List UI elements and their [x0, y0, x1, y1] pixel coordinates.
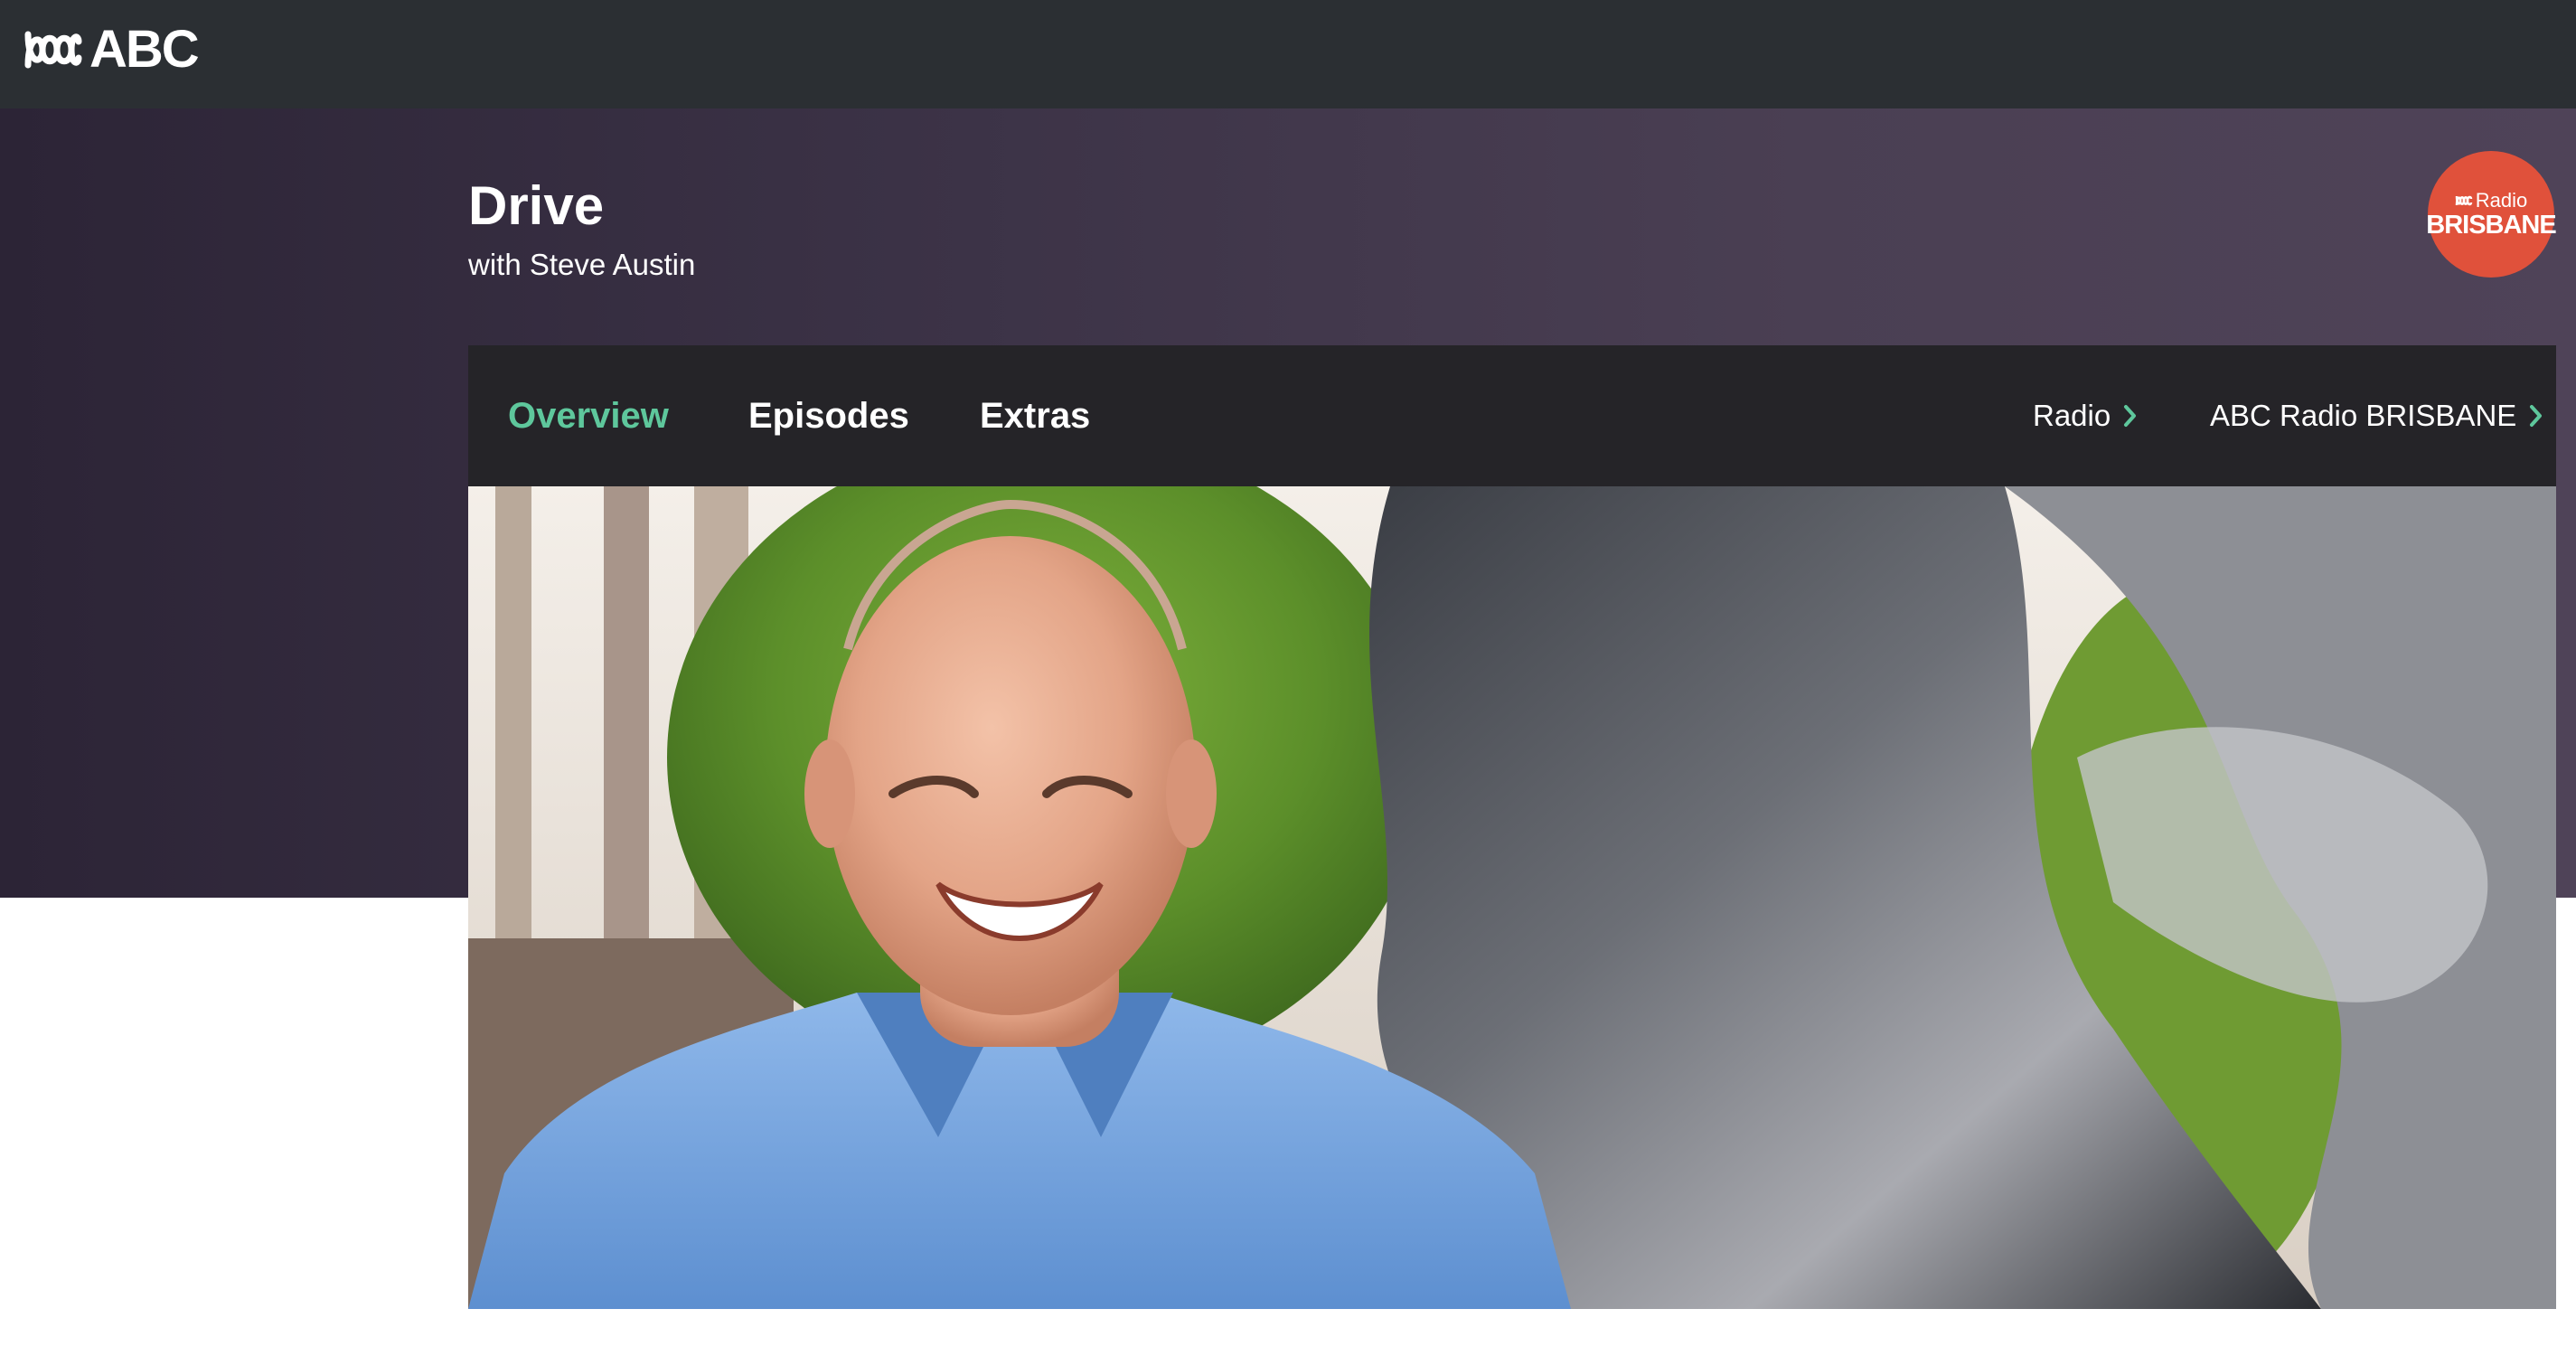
- breadcrumb-radio-label: Radio: [2033, 399, 2111, 432]
- station-badge-line1: Radio: [2475, 188, 2528, 212]
- breadcrumb-station[interactable]: ABC Radio BRISBANE: [2210, 345, 2543, 486]
- tab-overview[interactable]: Overview: [508, 345, 669, 486]
- breadcrumb-radio[interactable]: Radio: [2033, 345, 2138, 486]
- chevron-right-icon: [2124, 405, 2137, 427]
- program-title: Drive: [468, 175, 605, 236]
- abc-logo[interactable]: ABC: [23, 20, 200, 79]
- program-tab-bar: Overview Episodes Extras Radio ABC Radio…: [468, 345, 2556, 486]
- tab-extras[interactable]: Extras: [980, 345, 1090, 486]
- abc-wordmark: ABC: [89, 20, 200, 79]
- station-badge[interactable]: Radio BRISBANE: [2426, 151, 2557, 278]
- top-navigation-bar: ABC: [0, 0, 2576, 108]
- station-badge-top: Radio: [2455, 188, 2528, 212]
- station-badge-line2: BRISBANE: [2426, 210, 2556, 240]
- abc-mini-logo-icon: [2455, 195, 2472, 205]
- chevron-right-icon: [2530, 405, 2543, 427]
- program-presenter: with Steve Austin: [468, 248, 696, 281]
- tab-episodes[interactable]: Episodes: [748, 345, 909, 486]
- breadcrumb-station-label: ABC Radio BRISBANE: [2210, 399, 2517, 432]
- presenter-photo: [468, 486, 2556, 1309]
- abc-lissajous-icon: [24, 31, 82, 69]
